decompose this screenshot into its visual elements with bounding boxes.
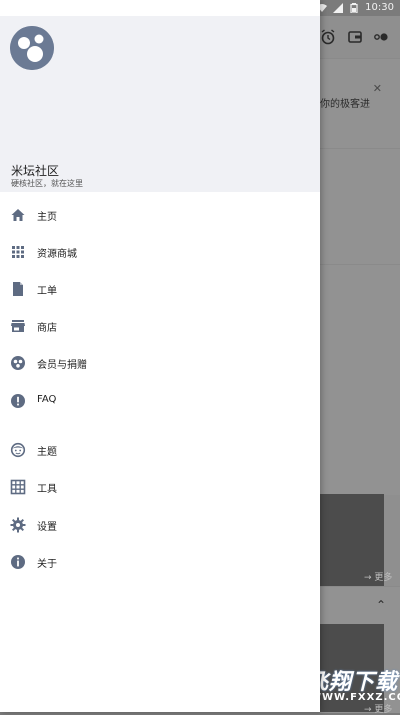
dots-icon: [374, 33, 388, 41]
site-title: 米坛社区: [11, 164, 60, 178]
menu-item-settings[interactable]: 设置: [0, 508, 320, 544]
battery-icon: [350, 3, 358, 13]
menu-item-label: 主页: [37, 212, 57, 223]
store-icon: [11, 320, 25, 332]
chevron-up-icon: ⌃: [376, 598, 387, 612]
menu-item-tools[interactable]: 工具: [0, 470, 320, 506]
background-app: ✕ 你的极客进 → 更多 ⌃ → 更多: [320, 16, 400, 715]
document-icon: [13, 282, 23, 296]
home-icon: [11, 209, 25, 221]
close-icon: ✕: [372, 82, 382, 95]
watermark-url: WWW.FXXZ.COM: [310, 692, 400, 703]
background-card-text: 你的极客进: [320, 99, 370, 110]
wallet-icon: [348, 31, 362, 43]
drawer-header: 米坛社区 硬核社区，就在这里: [0, 16, 320, 192]
menu-item-label: 工单: [37, 286, 57, 297]
menu-item-tickets[interactable]: 工单: [0, 272, 320, 308]
table-grid-icon: [10, 479, 26, 495]
menu-item-about[interactable]: 关于: [0, 545, 320, 581]
signal-icon: [333, 3, 344, 13]
menu-item-faq[interactable]: FAQ: [0, 384, 320, 420]
menu-item-label: 关于: [37, 559, 57, 570]
navigation-drawer: 米坛社区 硬核社区，就在这里 主页 资源商城 工单 商店 会员与捐赠 FAQ 主…: [0, 0, 320, 712]
membership-icon: [11, 356, 25, 370]
alert-circle-icon: [11, 394, 25, 408]
background-card-3: [320, 264, 400, 495]
menu-item-label: FAQ: [37, 394, 57, 405]
site-subtitle: 硬核社区，就在这里: [11, 179, 83, 188]
menu-item-label: 工具: [37, 484, 57, 495]
background-toolbar: [320, 16, 400, 58]
background-card-2: [320, 148, 400, 265]
status-time: 10:30: [365, 2, 394, 13]
info-icon: [11, 555, 25, 569]
menu-item-resource-mall[interactable]: 资源商城: [0, 235, 320, 271]
grid-apps-icon: [12, 246, 24, 258]
more-link: → 更多: [364, 573, 393, 583]
menu-item-home[interactable]: 主页: [0, 198, 320, 234]
menu-item-label: 商店: [37, 323, 57, 334]
gear-icon: [10, 517, 26, 533]
face-icon: [10, 442, 26, 458]
menu-item-label: 设置: [37, 522, 57, 533]
menu-item-store[interactable]: 商店: [0, 309, 320, 345]
menu-item-membership[interactable]: 会员与捐赠: [0, 346, 320, 382]
avatar[interactable]: [10, 26, 54, 70]
menu-item-theme[interactable]: 主题: [0, 433, 320, 469]
menu-item-label: 资源商城: [37, 249, 77, 260]
menu-item-label: 会员与捐赠: [37, 360, 87, 371]
alarm-icon: [321, 29, 335, 45]
menu-item-label: 主题: [37, 447, 57, 458]
